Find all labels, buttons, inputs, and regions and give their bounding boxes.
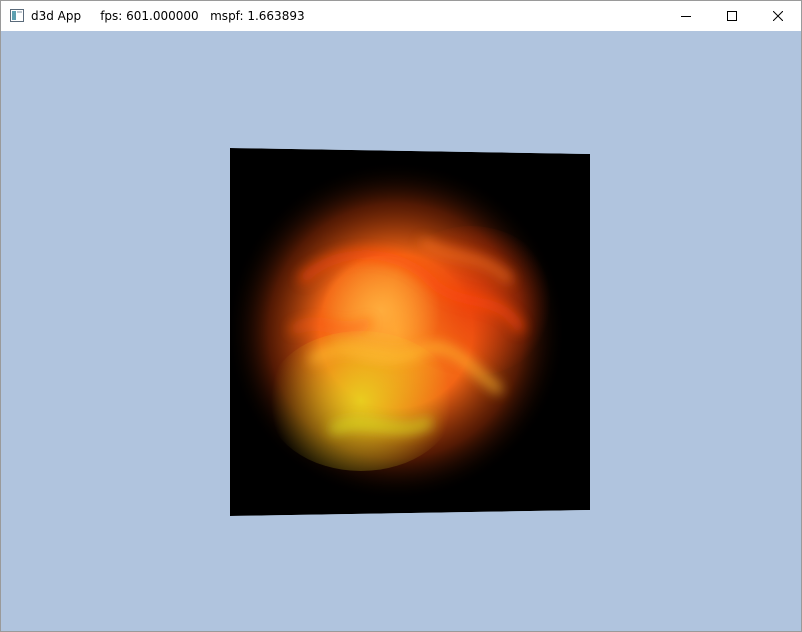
minimize-button[interactable]: [663, 1, 709, 31]
window-title: d3d App fps: 601.000000 mspf: 1.663893: [31, 9, 305, 23]
title-bar[interactable]: d3d App fps: 601.000000 mspf: 1.663893: [1, 1, 801, 31]
maximize-icon: [727, 11, 737, 21]
textured-quad: [230, 148, 590, 516]
fire-texture: [230, 148, 590, 516]
app-window-icon: [10, 9, 24, 22]
minimize-icon: [681, 16, 691, 17]
maximize-button[interactable]: [709, 1, 755, 31]
render-viewport[interactable]: [1, 31, 801, 631]
close-icon: [773, 11, 783, 21]
app-window: d3d App fps: 601.000000 mspf: 1.663893: [0, 0, 802, 632]
close-button[interactable]: [755, 1, 801, 31]
